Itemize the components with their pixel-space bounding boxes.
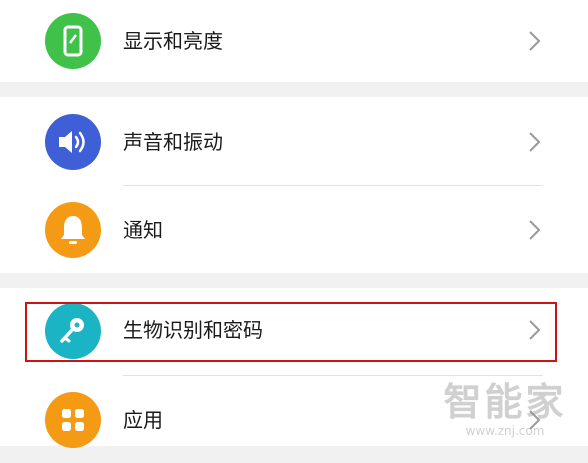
speaker-icon <box>45 114 101 170</box>
settings-item-label: 显示和亮度 <box>123 29 223 53</box>
chevron-right-icon <box>529 220 541 240</box>
settings-group-1: 显示和亮度 <box>0 0 588 82</box>
watermark-brand: 智能家 <box>443 380 567 424</box>
settings-item-sound[interactable]: 声音和振动 <box>0 97 588 185</box>
watermark: 智能家 www.znj.com <box>440 380 570 438</box>
bell-icon <box>45 202 101 258</box>
settings-item-label: 声音和振动 <box>123 130 223 154</box>
highlight-box <box>25 302 557 362</box>
settings-item-notifications[interactable]: 通知 <box>0 185 588 273</box>
settings-item-label: 应用 <box>123 408 163 432</box>
chevron-right-icon <box>529 31 541 51</box>
phone-brightness-icon <box>45 13 101 69</box>
chevron-right-icon <box>529 132 541 152</box>
settings-item-display[interactable]: 显示和亮度 <box>0 0 588 85</box>
apps-grid-icon <box>45 392 101 448</box>
settings-item-label: 通知 <box>123 218 163 242</box>
settings-group-2: 声音和振动 通知 <box>0 97 588 273</box>
watermark-url: www.znj.com <box>465 424 545 438</box>
